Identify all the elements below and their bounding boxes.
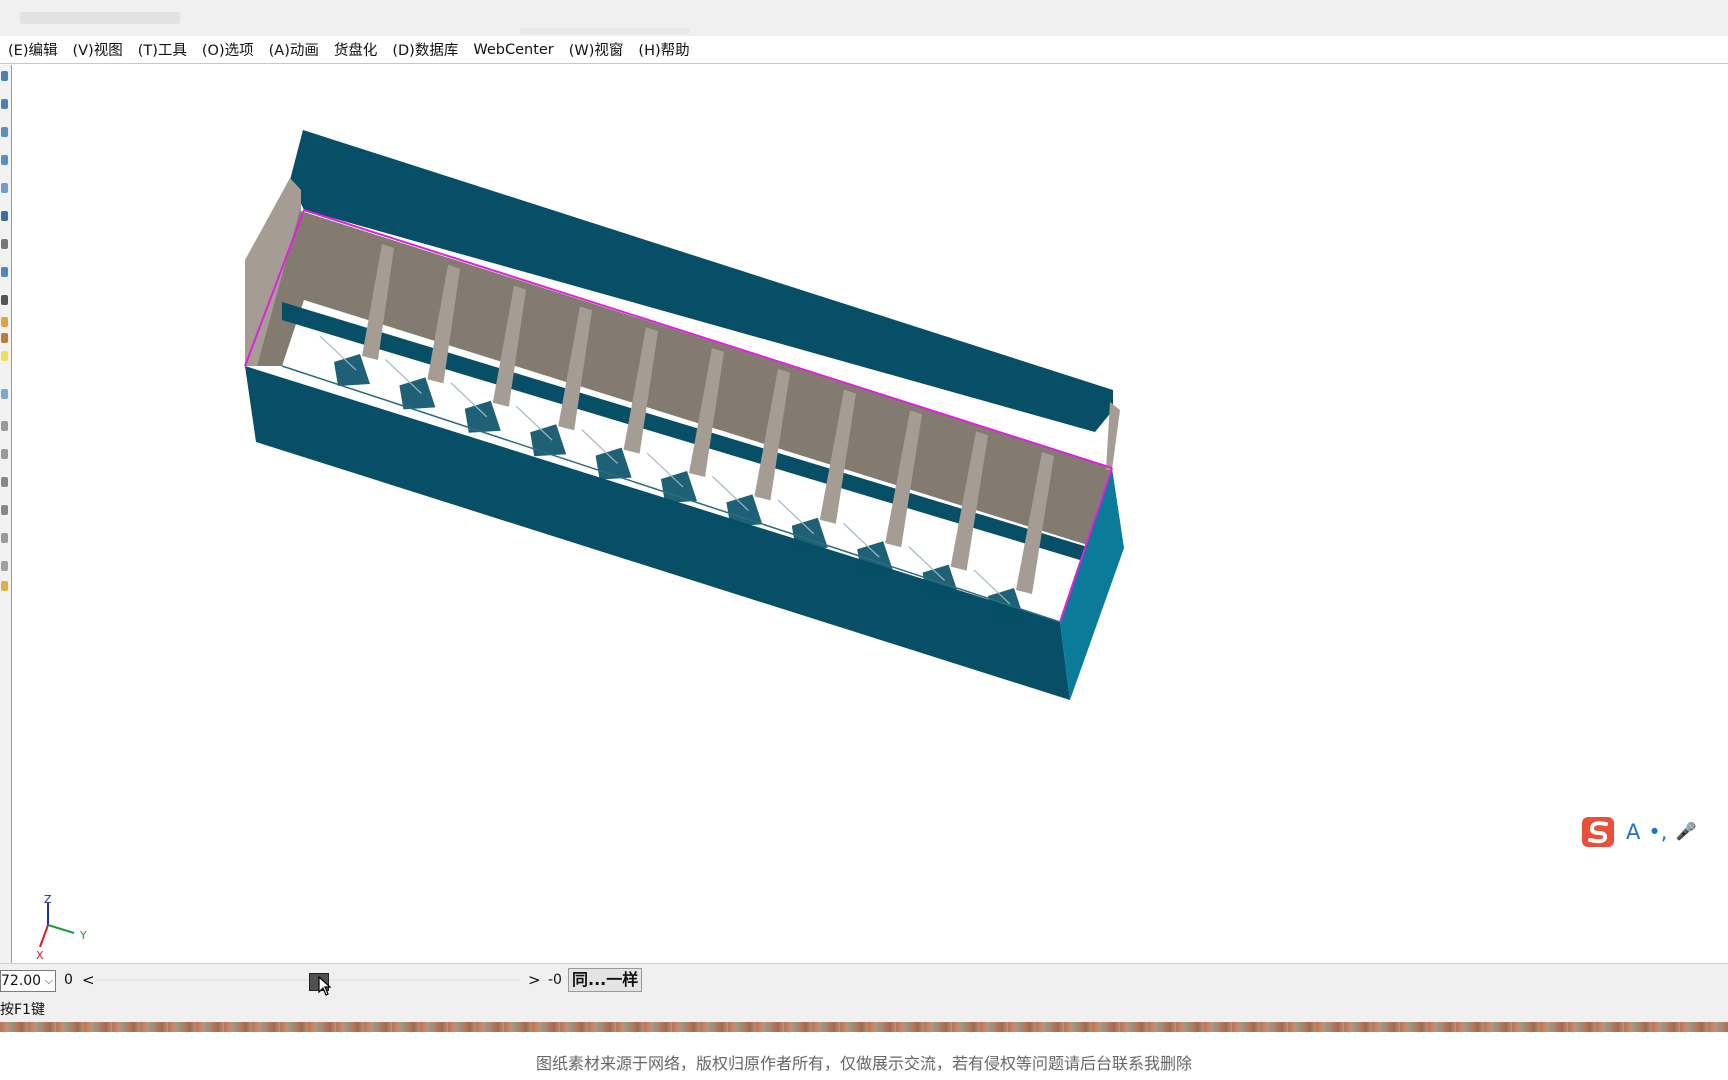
pencil-tool-icon[interactable]	[1, 581, 8, 591]
offset-value: -0	[548, 972, 562, 988]
x-axis-label: X	[36, 949, 44, 962]
menu-webcenter[interactable]: WebCenter	[473, 42, 553, 58]
menu-bar: (E)编辑 (V)视图 (T)工具 (O)选项 (A)动画 货盘化 (D)数据库…	[0, 36, 1728, 64]
partition-floor-pocket	[922, 564, 959, 597]
list-tool-icon[interactable]	[1, 561, 8, 571]
redo-tool-icon[interactable]	[1, 449, 8, 459]
title-bar	[0, 0, 1728, 36]
material-tool-icon[interactable]	[1, 317, 8, 327]
ime-punct-icon[interactable]: •,	[1648, 820, 1667, 844]
measure-tool-icon[interactable]	[1, 477, 8, 487]
animation-control-bar: 72.00 ⌵ 0 < > -0 同...一样	[0, 963, 1728, 998]
menu-view[interactable]: (V)视图	[72, 39, 122, 60]
panel-tool-icon[interactable]	[1, 389, 8, 399]
ime-toolbar: A •, 🎤	[1580, 810, 1728, 854]
board-tool-icon[interactable]	[1, 333, 8, 343]
status-hint: 按F1键	[0, 1002, 45, 1018]
slider-left-arrow-icon[interactable]: <	[82, 971, 95, 989]
ime-mode-label[interactable]: A	[1626, 820, 1640, 844]
y-axis-line	[47, 924, 75, 934]
pan-tool-icon[interactable]	[1, 99, 8, 109]
title-area-blurred	[520, 28, 690, 34]
zoom-value: 72.00	[1, 973, 42, 989]
grid-tool-icon[interactable]	[1, 505, 8, 515]
fold-tool-icon[interactable]	[1, 155, 8, 165]
link-tool-icon[interactable]	[1, 295, 8, 305]
z-axis-label: Z	[44, 895, 52, 906]
left-toolbar	[0, 65, 12, 965]
menu-database[interactable]: (D)数据库	[392, 39, 458, 60]
menu-animation[interactable]: (A)动画	[269, 39, 319, 60]
axis-indicator: Z Y X	[36, 895, 87, 962]
mouse-cursor-icon	[318, 976, 332, 996]
y-axis-label: Y	[79, 929, 87, 942]
slider-right-arrow-icon[interactable]: >	[528, 971, 541, 989]
x-axis-line	[39, 924, 49, 948]
watermark-caption: 图纸素材来源于网络，版权归原作者所有，仅做展示交流，若有侵权等问题请后台联系我删…	[535, 1054, 1192, 1073]
menu-palletize[interactable]: 货盘化	[334, 39, 378, 60]
menu-window[interactable]: (W)视窗	[569, 39, 624, 60]
rotate-tool-icon[interactable]	[1, 71, 8, 81]
box-3d-model	[244, 130, 1124, 700]
rotation-value: 0	[64, 972, 73, 988]
window-title-blurred	[20, 12, 180, 24]
sogou-logo-icon[interactable]	[1580, 813, 1618, 851]
menu-edit[interactable]: (E)编辑	[8, 39, 57, 60]
chevron-down-icon[interactable]: ⌵	[45, 971, 53, 991]
menu-options[interactable]: (O)选项	[202, 39, 254, 60]
desktop-texture-strip	[0, 1022, 1728, 1032]
arc-tool-icon[interactable]	[1, 239, 8, 249]
partition-floor-pocket	[791, 517, 828, 550]
partition-floor-pocket	[530, 424, 567, 457]
same-as-button[interactable]: 同...一样	[568, 968, 643, 992]
undo-tool-icon[interactable]	[1, 421, 8, 431]
partition-floor-pocket	[661, 471, 697, 503]
menu-help[interactable]: (H)帮助	[638, 39, 689, 60]
layer-tool-icon[interactable]	[1, 533, 8, 543]
select-tool-icon[interactable]	[1, 183, 8, 193]
3d-viewport[interactable]	[12, 65, 1728, 963]
highlight-tool-icon[interactable]	[1, 351, 8, 361]
view-tool-icon[interactable]	[1, 211, 8, 221]
menu-tools[interactable]: (T)工具	[138, 39, 187, 60]
zoom-tool-icon[interactable]	[1, 127, 8, 137]
animation-slider-track[interactable]	[96, 979, 520, 981]
copy-tool-icon[interactable]	[1, 267, 8, 277]
partition-floor-pocket	[399, 377, 436, 410]
partition-floor-pocket	[334, 354, 370, 386]
zoom-combo[interactable]: 72.00 ⌵	[0, 970, 56, 992]
ime-mic-icon[interactable]: 🎤	[1675, 822, 1696, 842]
status-bar: 按F1键	[0, 998, 1728, 1022]
